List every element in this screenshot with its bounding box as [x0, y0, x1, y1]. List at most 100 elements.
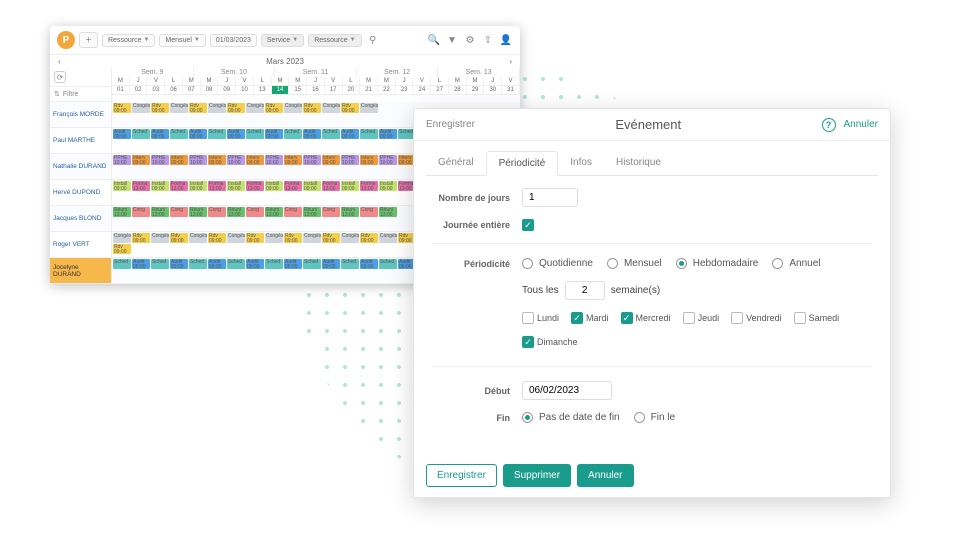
every-input[interactable] — [565, 281, 605, 300]
calendar-event[interactable]: PPHE 10:00 — [189, 155, 207, 165]
calendar-event[interactable]: Sched — [246, 129, 264, 139]
calendar-event[interactable]: Interv 09:00 — [132, 155, 150, 165]
calendar-event[interactable]: Rdv 09:00 — [208, 233, 226, 243]
calendar-event[interactable]: Sched — [303, 259, 321, 269]
calendar-event[interactable]: Congés — [132, 103, 150, 113]
calendar-event[interactable]: Congés — [170, 103, 188, 113]
search-icon[interactable]: 🔍 — [427, 33, 441, 47]
day-number[interactable]: 16 — [307, 86, 325, 95]
calendar-event[interactable]: Congés — [227, 233, 245, 243]
calendar-event[interactable]: Forma 13:00 — [208, 181, 226, 191]
calendar-event[interactable]: Rdv 09:00 — [265, 103, 283, 113]
tab-infos[interactable]: Infos — [558, 151, 604, 175]
sort-icon[interactable]: ⇅ — [54, 90, 60, 98]
calendar-event[interactable]: Cong — [208, 207, 226, 217]
resource-name[interactable]: Jocelyne DURAND — [50, 258, 112, 283]
weekday-sat[interactable]: Samedi — [794, 312, 840, 324]
calendar-event[interactable]: PPHE 10:00 — [341, 155, 359, 165]
calendar-event[interactable]: Forma 13:00 — [322, 181, 340, 191]
calendar-event[interactable]: Interv 09:00 — [322, 155, 340, 165]
calendar-event[interactable]: Réuni 13:00 — [113, 207, 131, 217]
service-dropdown[interactable]: Service ▼ — [261, 34, 304, 47]
chevron-down-icon[interactable]: ▼ — [445, 33, 459, 47]
calendar-event[interactable]: Cong — [322, 207, 340, 217]
calendar-event[interactable]: Rdv 09:00 — [227, 103, 245, 113]
resource-name[interactable]: François MORDE — [50, 102, 112, 127]
calendar-event[interactable]: Forma 13:00 — [246, 181, 264, 191]
fin-none[interactable]: Pas de date de fin — [522, 412, 620, 423]
weekday-fri[interactable]: Vendredi — [731, 312, 782, 324]
calendar-event[interactable]: PPHE 10:00 — [265, 155, 283, 165]
calendar-event[interactable]: Sched — [151, 259, 169, 269]
cancel-top-link[interactable]: Annuler — [844, 119, 878, 130]
calendar-event[interactable]: Congés — [113, 233, 131, 243]
day-number[interactable]: 10 — [236, 86, 254, 95]
calendar-event[interactable]: Congés — [151, 233, 169, 243]
resource-dropdown[interactable]: Ressource ▼ — [102, 34, 155, 47]
help-icon[interactable]: ? — [822, 118, 836, 132]
day-number[interactable]: 24 — [413, 86, 431, 95]
day-number[interactable]: 30 — [484, 86, 502, 95]
calendar-event[interactable]: Congés — [265, 233, 283, 243]
calendar-event[interactable]: Sched — [360, 129, 378, 139]
calendar-event[interactable]: Install 09:00 — [265, 181, 283, 191]
calendar-event[interactable]: Audit 09:00 — [151, 129, 169, 139]
weekday-wed[interactable]: ✓Mercredi — [621, 312, 671, 324]
gear-icon[interactable]: ⚙ — [463, 33, 477, 47]
calendar-event[interactable]: Install 09:00 — [227, 181, 245, 191]
calendar-event[interactable]: Audit 09:00 — [170, 259, 188, 269]
calendar-event[interactable]: Audit 09:00 — [189, 129, 207, 139]
calendar-event[interactable]: Rdv 09:00 — [246, 233, 264, 243]
calendar-event[interactable]: Sched — [113, 259, 131, 269]
calendar-event[interactable]: Congés — [246, 103, 264, 113]
resource-name[interactable]: Hervé DUPOND — [50, 180, 112, 205]
calendar-event[interactable]: Audit 09:00 — [208, 259, 226, 269]
calendar-event[interactable]: Congés — [322, 103, 340, 113]
calendar-event[interactable]: Audit 09:00 — [341, 129, 359, 139]
calendar-event[interactable]: Rdv 09:00 — [189, 103, 207, 113]
calendar-event[interactable]: Sched — [170, 129, 188, 139]
calendar-event[interactable]: Install 09:00 — [113, 181, 131, 191]
weekday-thu[interactable]: Jeudi — [683, 312, 720, 324]
day-number[interactable]: 22 — [378, 86, 396, 95]
calendar-event[interactable]: Interv 09:00 — [284, 155, 302, 165]
calendar-event[interactable]: Cong — [132, 207, 150, 217]
calendar-event[interactable]: Rdv 09:00 — [170, 233, 188, 243]
calendar-event[interactable]: Rdv 09:00 — [360, 233, 378, 243]
day-number[interactable]: 27 — [431, 86, 449, 95]
user-icon[interactable]: 👤 — [499, 33, 513, 47]
add-button[interactable]: ＋ — [79, 32, 98, 48]
calendar-event[interactable]: PPHE 10:00 — [303, 155, 321, 165]
day-number[interactable]: 08 — [201, 86, 219, 95]
day-number[interactable]: 20 — [343, 86, 361, 95]
day-number[interactable]: 09 — [218, 86, 236, 95]
resource-name[interactable]: Paul MARTHE — [50, 128, 112, 153]
delete-button[interactable]: Supprimer — [503, 464, 571, 487]
calendar-event[interactable]: Sched — [341, 259, 359, 269]
calendar-event[interactable]: Sched — [322, 129, 340, 139]
cancel-button[interactable]: Annuler — [577, 464, 633, 487]
calendar-event[interactable]: Congés — [303, 233, 321, 243]
save-button[interactable]: Enregistrer — [426, 464, 497, 487]
calendar-event[interactable]: PPHE 10:00 — [379, 155, 397, 165]
tab-general[interactable]: Général — [426, 151, 486, 175]
calendar-event[interactable]: Réuni 13:00 — [189, 207, 207, 217]
calendar-event[interactable]: Interv 09:00 — [170, 155, 188, 165]
day-number[interactable]: 14 — [272, 86, 290, 95]
calendar-event[interactable]: Rdv 09:00 — [132, 233, 150, 243]
period-monthly[interactable]: Mensuel — [607, 258, 662, 269]
calendar-event[interactable]: Rdv 09:00 — [113, 244, 131, 254]
calendar-event[interactable]: Audit 09:00 — [303, 129, 321, 139]
day-number[interactable]: 31 — [502, 86, 520, 95]
calendar-event[interactable]: Install 09:00 — [341, 181, 359, 191]
day-number[interactable]: 28 — [449, 86, 467, 95]
day-number[interactable]: 06 — [165, 86, 183, 95]
calendar-event[interactable]: Réuni 13:00 — [379, 207, 397, 217]
resource-name[interactable]: Nathalie DURAND — [50, 154, 112, 179]
calendar-event[interactable]: Install 09:00 — [151, 181, 169, 191]
calendar-event[interactable]: Sched — [227, 259, 245, 269]
calendar-event[interactable]: Congés — [189, 233, 207, 243]
calendar-event[interactable]: Install 09:00 — [303, 181, 321, 191]
calendar-event[interactable]: Sched — [265, 259, 283, 269]
resource-name[interactable]: Jacques BLOND — [50, 206, 112, 231]
